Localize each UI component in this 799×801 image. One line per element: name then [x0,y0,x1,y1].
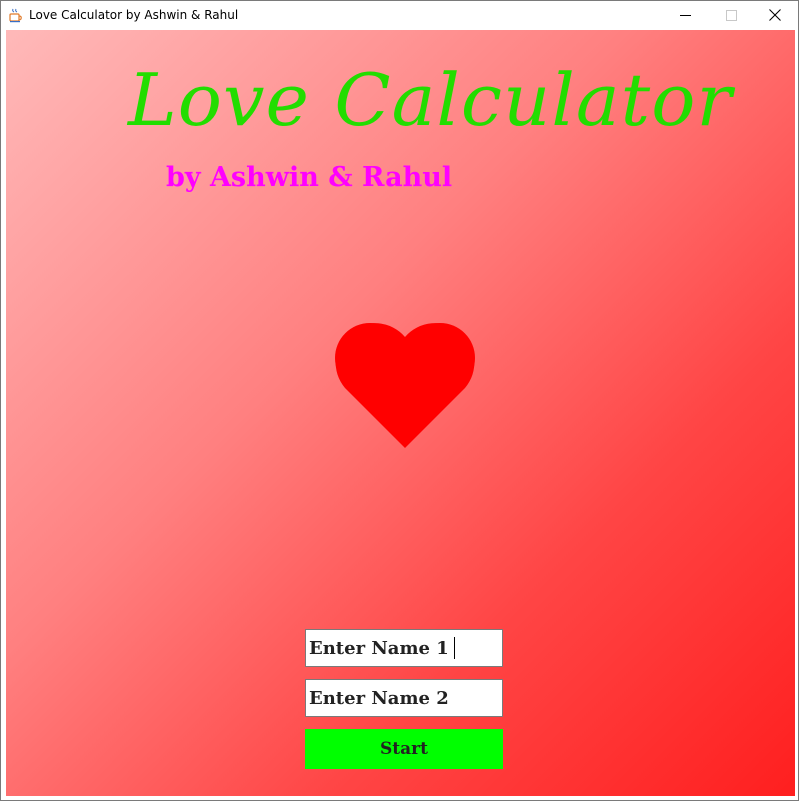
window-title: Love Calculator by Ashwin & Rahul [29,8,239,22]
heart-icon [334,318,476,450]
name2-input[interactable] [305,679,503,717]
text-caret [454,637,455,659]
app-window: Love Calculator by Ashwin & Rahul Love C… [0,0,799,801]
close-icon [769,6,781,25]
app-subtitle: by Ashwin & Rahul [166,162,453,193]
main-panel: Love Calculator by Ashwin & Rahul Start [6,30,795,796]
maximize-button[interactable] [708,1,754,30]
title-bar[interactable]: Love Calculator by Ashwin & Rahul [1,1,798,30]
minimize-icon [679,6,691,25]
start-button[interactable]: Start [305,729,503,769]
java-cup-icon [9,8,23,23]
close-button[interactable] [752,1,798,30]
minimize-button[interactable] [662,1,708,30]
name1-input[interactable] [305,629,503,667]
app-title: Love Calculator [128,58,733,142]
maximize-icon [725,6,737,25]
